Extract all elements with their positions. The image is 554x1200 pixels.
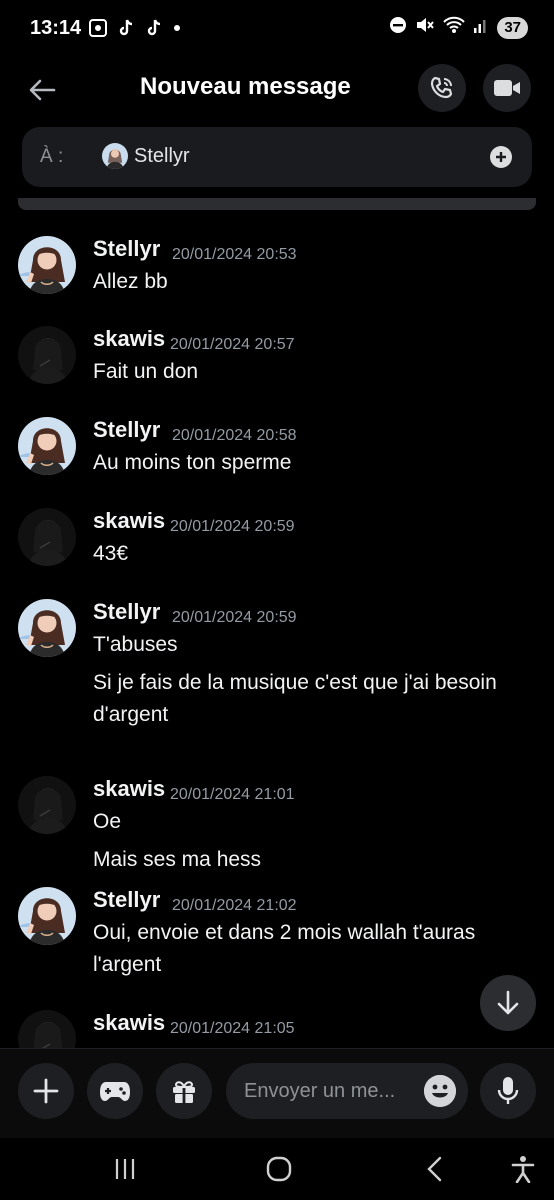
emoji-icon bbox=[424, 1075, 456, 1107]
recipient-name: Stellyr bbox=[134, 145, 190, 167]
message-author[interactable]: skawis bbox=[93, 1010, 165, 1036]
message-timestamp: 20/01/2024 20:53 bbox=[172, 246, 297, 263]
voice-call-button[interactable] bbox=[418, 64, 466, 112]
avatar[interactable] bbox=[18, 508, 76, 566]
message-author[interactable]: Stellyr bbox=[93, 417, 160, 443]
do-not-disturb-icon bbox=[389, 16, 407, 39]
system-nav-bar bbox=[0, 1138, 554, 1200]
composer-bar: Envoyer un me... bbox=[0, 1048, 554, 1138]
message-author[interactable]: skawis bbox=[93, 776, 165, 802]
tiktok-icon bbox=[144, 18, 164, 38]
avatar[interactable] bbox=[18, 887, 76, 945]
message-author[interactable]: skawis bbox=[93, 326, 165, 352]
avatar[interactable] bbox=[18, 599, 76, 657]
avatar[interactable] bbox=[18, 417, 76, 475]
voice-message-button[interactable] bbox=[480, 1063, 536, 1119]
message-author[interactable]: Stellyr bbox=[93, 887, 160, 913]
message-input-placeholder: Envoyer un me... bbox=[244, 1080, 396, 1102]
message-text: Au moins ton sperme bbox=[93, 451, 292, 474]
video-call-button[interactable] bbox=[483, 64, 531, 112]
message-text: T'abuses bbox=[93, 633, 178, 656]
recipient-field[interactable]: À : Stellyr bbox=[22, 127, 532, 187]
message-input[interactable]: Envoyer un me... bbox=[226, 1063, 468, 1119]
back-button[interactable] bbox=[22, 70, 62, 110]
accessibility-icon bbox=[511, 1156, 535, 1183]
phone-call-icon bbox=[430, 76, 453, 99]
tiktok-icon bbox=[116, 18, 136, 38]
message-text: Oe bbox=[93, 810, 122, 833]
arrow-down-icon bbox=[497, 990, 519, 1015]
message-text: Si je fais de la musique c'est que j'ai … bbox=[93, 671, 497, 694]
status-right-icons: 37 bbox=[389, 16, 528, 39]
message-text: Allez bb bbox=[93, 270, 168, 293]
message-text: l'argent bbox=[93, 953, 162, 976]
plus-icon bbox=[33, 1078, 59, 1104]
avatar[interactable] bbox=[18, 1010, 76, 1048]
status-left-icons bbox=[88, 18, 180, 38]
back-chevron-icon bbox=[427, 1156, 442, 1182]
status-bar: 13:14 37 bbox=[0, 0, 554, 60]
avatar[interactable] bbox=[18, 776, 76, 834]
arrow-left-icon bbox=[29, 79, 56, 101]
mute-icon bbox=[415, 16, 435, 39]
message-text: d'argent bbox=[93, 703, 169, 726]
gift-button[interactable] bbox=[156, 1063, 212, 1119]
message-text: Mais ses ma hess bbox=[93, 848, 262, 871]
video-camera-icon bbox=[494, 80, 520, 96]
recents-icon bbox=[115, 1159, 135, 1179]
notification-dot-icon bbox=[174, 25, 180, 31]
scroll-to-bottom-button[interactable] bbox=[480, 975, 536, 1031]
attach-button[interactable] bbox=[18, 1063, 74, 1119]
message-timestamp: 20/01/2024 20:57 bbox=[170, 336, 295, 353]
recipient-avatar bbox=[102, 143, 128, 169]
microphone-icon bbox=[497, 1077, 519, 1104]
message-list[interactable]: Stellyr 20/01/2024 20:53 Allez bb skawis 20… bbox=[0, 224, 554, 1048]
message-timestamp: 20/01/2024 21:02 bbox=[172, 897, 297, 914]
message-timestamp: 20/01/2024 21:01 bbox=[170, 786, 295, 803]
battery-indicator: 37 bbox=[497, 16, 528, 39]
recipient-divider bbox=[18, 198, 536, 210]
home-icon bbox=[266, 1156, 292, 1182]
gamepad-icon bbox=[100, 1082, 130, 1101]
plus-circle-icon bbox=[496, 152, 506, 162]
page-title: Nouveau message bbox=[140, 73, 351, 100]
home-button[interactable] bbox=[262, 1152, 296, 1186]
recipient-prefix: À : bbox=[40, 146, 64, 167]
message-timestamp: 20/01/2024 20:58 bbox=[172, 427, 297, 444]
accessibility-button[interactable] bbox=[506, 1152, 540, 1186]
message-timestamp: 20/01/2024 20:59 bbox=[172, 609, 297, 626]
emoji-button[interactable] bbox=[424, 1075, 456, 1107]
gift-icon bbox=[173, 1081, 195, 1103]
screen-record-icon bbox=[88, 18, 108, 38]
avatar[interactable] bbox=[18, 326, 76, 384]
status-time: 13:14 bbox=[30, 17, 82, 39]
message-timestamp: 20/01/2024 20:59 bbox=[170, 518, 295, 535]
message-text: 43€ bbox=[93, 542, 129, 565]
recents-button[interactable] bbox=[108, 1152, 142, 1186]
signal-icon bbox=[473, 16, 489, 39]
message-author[interactable]: Stellyr bbox=[93, 599, 160, 625]
add-recipient-button[interactable] bbox=[490, 146, 512, 168]
header: Nouveau message bbox=[0, 60, 554, 120]
message-text: Fait un don bbox=[93, 360, 199, 383]
avatar[interactable] bbox=[18, 236, 76, 294]
message-author[interactable]: Stellyr bbox=[93, 236, 160, 262]
wifi-icon bbox=[443, 16, 466, 39]
activities-button[interactable] bbox=[87, 1063, 143, 1119]
message-timestamp: 20/01/2024 21:05 bbox=[170, 1020, 295, 1037]
system-back-button[interactable] bbox=[418, 1152, 452, 1186]
message-author[interactable]: skawis bbox=[93, 508, 165, 534]
message-text: Oui, envoie et dans 2 mois wallah t'aura… bbox=[93, 921, 476, 944]
